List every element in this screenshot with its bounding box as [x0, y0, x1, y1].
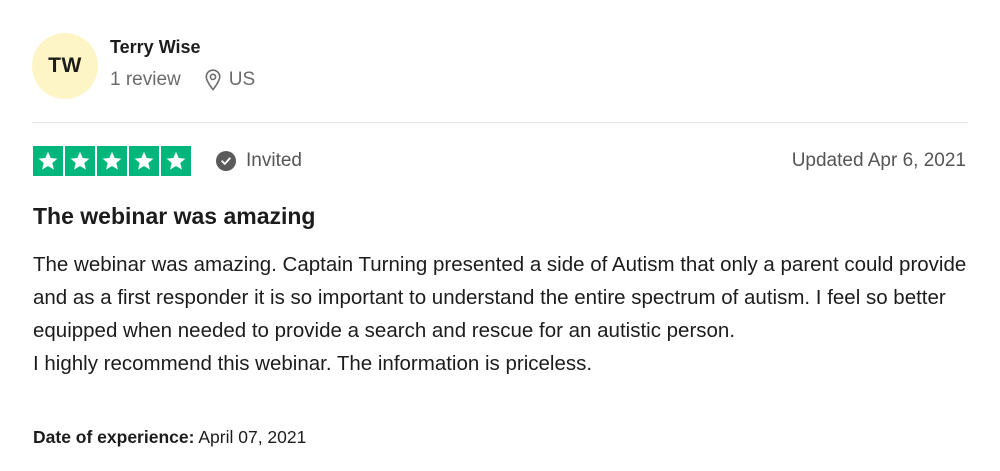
reviewer-meta: 1 review US: [110, 69, 255, 91]
reviewer-country: US: [228, 69, 256, 90]
review-paragraph: The webinar was amazing. Captain Turning…: [33, 253, 967, 342]
review-paragraph: I highly recommend this webinar. The inf…: [33, 352, 593, 375]
star-rating: [33, 146, 191, 176]
review-card: TW Terry Wise 1 review US Invited Update…: [0, 0, 1000, 471]
avatar[interactable]: TW: [32, 33, 98, 99]
location-pin-icon: [205, 69, 221, 91]
date-of-experience: Date of experience: April 07, 2021: [33, 427, 306, 448]
experience-date: April 07, 2021: [198, 427, 307, 447]
review-body: The webinar was amazing. Captain Turning…: [33, 248, 973, 380]
updated-date[interactable]: Updated Apr 6, 2021: [792, 150, 966, 172]
star-icon: [129, 146, 159, 176]
review-title[interactable]: The webinar was amazing: [33, 203, 315, 230]
star-icon: [161, 146, 191, 176]
experience-label: Date of experience:: [33, 427, 195, 447]
invited-label: Invited: [246, 150, 302, 171]
star-icon: [33, 146, 63, 176]
invited-badge[interactable]: Invited: [216, 150, 302, 172]
check-icon: [216, 151, 236, 171]
star-icon: [97, 146, 127, 176]
review-count: 1 review: [110, 69, 181, 90]
reviewer-name[interactable]: Terry Wise: [110, 37, 201, 58]
divider: [32, 122, 968, 123]
star-icon: [65, 146, 95, 176]
